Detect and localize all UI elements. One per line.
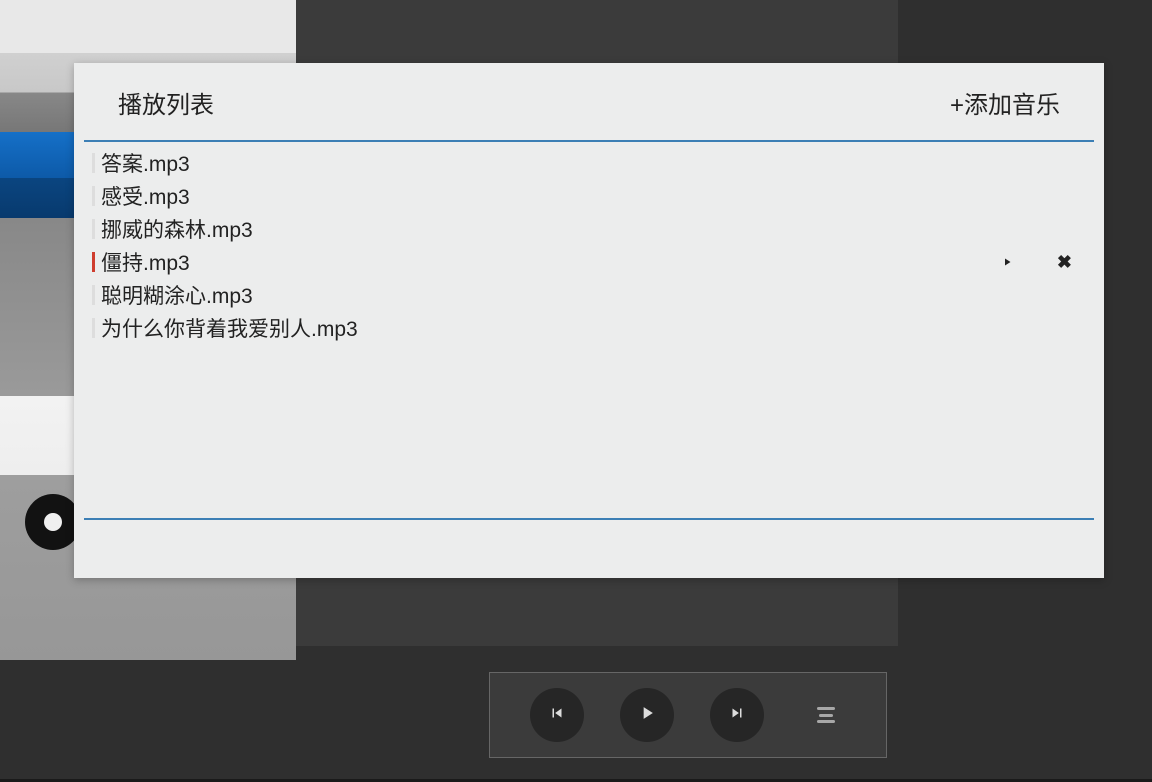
playlist-title: 播放列表 (118, 85, 214, 120)
playlist-item-label: 挪威的森林.mp3 (101, 214, 253, 244)
skip-previous-icon (548, 704, 566, 727)
add-music-button[interactable]: +添加音乐 (950, 85, 1060, 120)
playlist-item-label: 僵持.mp3 (101, 247, 190, 277)
playlist-item[interactable]: 僵持.mp3 ✖ (74, 245, 1104, 278)
player-controls (489, 672, 887, 758)
playlist-menu-button[interactable] (806, 688, 846, 742)
play-icon (637, 702, 657, 729)
active-marker (92, 219, 95, 239)
playlist-item-label: 感受.mp3 (101, 181, 190, 211)
playlist-item[interactable]: 答案.mp3✖ (74, 146, 1104, 179)
playlist-item[interactable]: 为什么你背着我爱别人.mp3✖ (74, 311, 1104, 344)
active-marker (92, 318, 95, 338)
playlist-item[interactable]: 聪明糊涂心.mp3✖ (74, 278, 1104, 311)
playlist-item-label: 答案.mp3 (101, 148, 190, 178)
play-button[interactable] (620, 688, 674, 742)
playlist-item-label: 为什么你背着我爱别人.mp3 (101, 313, 358, 343)
skip-next-icon (728, 704, 746, 727)
playlist-header: 播放列表 +添加音乐 (74, 63, 1104, 140)
active-marker (92, 186, 95, 206)
active-marker (92, 252, 95, 272)
active-marker (92, 285, 95, 305)
previous-button[interactable] (530, 688, 584, 742)
next-button[interactable] (710, 688, 764, 742)
menu-icon (817, 707, 835, 723)
playlist-item[interactable]: 感受.mp3✖ (74, 179, 1104, 212)
play-icon[interactable] (1001, 255, 1013, 269)
playlist-items: 答案.mp3✖感受.mp3✖挪威的森林.mp3✖僵持.mp3 ✖ 聪明糊涂心.mp3… (74, 142, 1104, 344)
playlist-item[interactable]: 挪威的森林.mp3✖ (74, 212, 1104, 245)
playlist-panel: 播放列表 +添加音乐 答案.mp3✖感受.mp3✖挪威的森林.mp3✖僵持.mp… (74, 63, 1104, 578)
active-marker (92, 153, 95, 173)
playlist-item-label: 聪明糊涂心.mp3 (101, 280, 253, 310)
row-actions: ✖ (1001, 245, 1072, 278)
divider-bottom (84, 518, 1094, 520)
remove-icon[interactable]: ✖ (1057, 253, 1072, 271)
